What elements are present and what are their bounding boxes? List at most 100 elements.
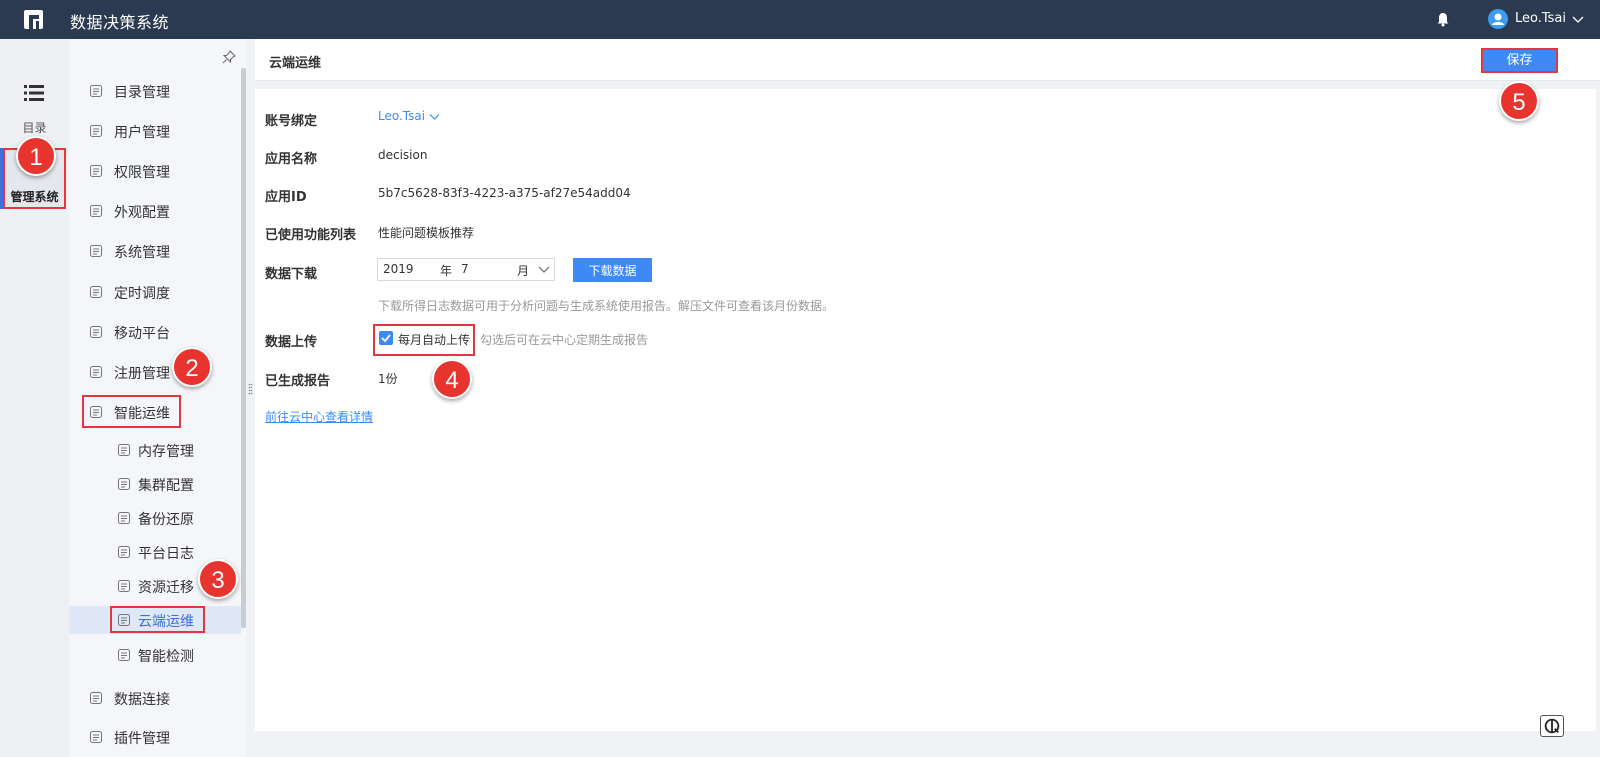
nav-sub-item-label: 智能检测: [138, 649, 194, 665]
catalog-icon: [90, 85, 102, 97]
nav-item-label: 注册管理: [114, 366, 170, 382]
bell-icon[interactable]: [1436, 12, 1450, 27]
nav-bottom-item-1[interactable]: 插件管理: [69, 723, 241, 751]
step-badge-1: 1: [16, 136, 56, 176]
step-badge-3: 3: [198, 559, 238, 599]
nav-item-0[interactable]: 目录管理: [69, 77, 241, 105]
page-title: 云端运维: [269, 56, 322, 71]
memory-icon: [118, 444, 130, 456]
account-select[interactable]: Leo.Tsai: [378, 109, 440, 123]
account-label: 账号绑定: [265, 114, 318, 129]
nav-sub-item-label: 备份还原: [138, 512, 194, 528]
upload-label: 数据上传: [265, 335, 318, 350]
save-button[interactable]: 保存: [1481, 48, 1558, 73]
nav-item-5[interactable]: 定时调度: [69, 278, 241, 306]
user-avatar-icon: [1492, 13, 1504, 25]
highlight-ops: [82, 395, 181, 428]
monitor-icon: [118, 649, 130, 661]
step-badge-5: 5: [1499, 81, 1539, 121]
highlight-cloud-ops: [110, 606, 205, 633]
app-name-label: 应用名称: [265, 152, 318, 167]
top-bar: 数据决策系统 Leo.Tsai: [0, 0, 1600, 39]
download-hint: 下载所得日志数据可用于分析问题与生成系统使用报告。解压文件可查看该月份数据。: [378, 299, 835, 313]
link-icon: [90, 692, 102, 704]
year-unit: 年: [440, 264, 453, 278]
app-title: 数据决策系统: [70, 13, 170, 32]
user-icon: [90, 125, 102, 137]
nav-sub-item-label: 内存管理: [138, 444, 194, 460]
timer-icon: [90, 286, 102, 298]
nav-sub-item-6[interactable]: 智能检测: [69, 641, 241, 669]
rail-catalog-label: 目录: [22, 121, 47, 135]
assistant-glyph-icon: [1544, 718, 1560, 734]
nav-sub-item-2[interactable]: 备份还原: [69, 504, 241, 532]
cloud-center-link[interactable]: 前往云中心查看详情: [265, 408, 373, 425]
nav-bottom-item-0[interactable]: 数据连接: [69, 684, 241, 712]
features-value: 性能问题模板推荐: [378, 226, 475, 240]
app-name-value: decision: [378, 148, 428, 162]
chevron-down-icon: [538, 266, 550, 273]
nav-item-4[interactable]: 系统管理: [69, 237, 241, 265]
main-header: 云端运维: [255, 39, 1600, 81]
nav-sub-item-label: 平台日志: [138, 546, 194, 562]
nav-item-1[interactable]: 用户管理: [69, 117, 241, 145]
month-unit: 月: [517, 264, 530, 278]
chevron-down-icon[interactable]: [1572, 13, 1584, 25]
features-label: 已使用功能列表: [265, 228, 357, 243]
nav-item-label: 系统管理: [114, 245, 170, 261]
upload-hint: 勾选后可在云中心定期生成报告: [480, 333, 649, 347]
month-picker[interactable]: 2019 年 7 月: [377, 258, 555, 281]
nav-sub-item-1[interactable]: 集群配置: [69, 470, 241, 498]
nav-item-label: 数据连接: [114, 692, 170, 708]
nav-sub-item-0[interactable]: 内存管理: [69, 436, 241, 464]
nav-item-label: 权限管理: [114, 165, 170, 181]
user-name[interactable]: Leo.Tsai: [1515, 11, 1566, 26]
logo-icon[interactable]: [24, 10, 43, 29]
year-value: 2019: [383, 262, 414, 276]
list-icon: [24, 85, 44, 101]
nav-sub-item-label: 集群配置: [138, 478, 194, 494]
nav-item-2[interactable]: 权限管理: [69, 157, 241, 185]
account-value: Leo.Tsai: [378, 109, 426, 123]
rail-item-catalog[interactable]: 目录: [0, 83, 69, 143]
app-id-value: 5b7c5628-83f3-4223-a375-af27e54add04: [378, 186, 631, 200]
plugin-icon: [90, 731, 102, 743]
step-badge-4: 4: [432, 359, 472, 399]
mobile-icon: [90, 326, 102, 338]
reports-value: 1份: [378, 372, 398, 386]
app-id-label: 应用ID: [265, 190, 307, 205]
nav-item-3[interactable]: 外观配置: [69, 197, 241, 225]
nav-item-6[interactable]: 移动平台: [69, 318, 241, 346]
nav-item-label: 定时调度: [114, 286, 170, 302]
nav-item-label: 移动平台: [114, 326, 170, 342]
nav-sub-item-label: 资源迁移: [138, 580, 194, 596]
panel-splitter[interactable]: [246, 39, 255, 757]
cluster-icon: [118, 478, 130, 490]
drag-handle-icon[interactable]: [248, 383, 253, 395]
nav-item-label: 外观配置: [114, 205, 170, 221]
auto-upload-checkbox[interactable]: [379, 331, 393, 345]
step-badge-2: 2: [172, 347, 212, 387]
download-label: 数据下载: [265, 267, 318, 282]
nav-item-label: 目录管理: [114, 85, 170, 101]
register-icon: [90, 366, 102, 378]
auto-upload-label[interactable]: 每月自动上传: [398, 331, 470, 348]
gear-icon: [90, 245, 102, 257]
reports-label: 已生成报告: [265, 374, 331, 389]
nav-item-label: 用户管理: [114, 125, 170, 141]
rail-admin-label: 管理系统: [10, 190, 59, 204]
brush-icon: [90, 205, 102, 217]
backup-icon: [118, 512, 130, 524]
pin-icon[interactable]: [222, 50, 236, 64]
nav-item-label: 插件管理: [114, 731, 170, 747]
migrate-icon: [118, 580, 130, 592]
lock-icon: [90, 165, 102, 177]
check-icon: [381, 334, 391, 343]
download-data-button[interactable]: 下载数据: [573, 258, 652, 282]
content-scrollbar[interactable]: [1596, 89, 1600, 757]
chevron-down-icon: [429, 113, 440, 120]
avatar[interactable]: [1488, 9, 1508, 29]
nav-item-7[interactable]: 注册管理: [69, 358, 241, 386]
month-value: 7: [461, 262, 469, 276]
assistant-icon[interactable]: [1540, 715, 1564, 737]
